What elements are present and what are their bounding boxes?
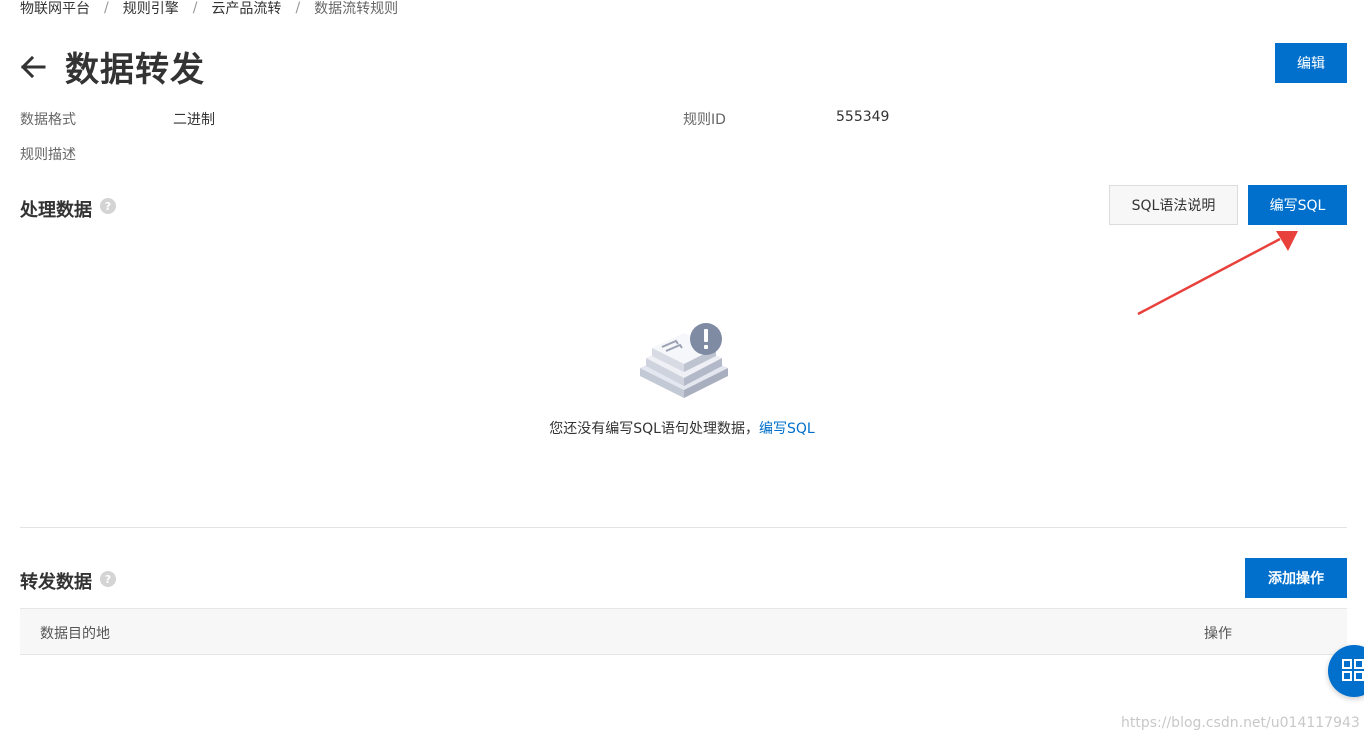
write-sql-link[interactable]: 编写SQL	[759, 421, 815, 437]
grid-icon	[1342, 659, 1364, 681]
edit-button[interactable]: 编辑	[1275, 43, 1347, 83]
page: 物联网平台 / 规则引擎 / 云产品流转 / 数据流转规则 数据转发 编辑 数据…	[0, 0, 1364, 743]
rule-id-value: 555349	[836, 109, 890, 125]
rule-desc-label: 规则描述	[20, 147, 76, 163]
watermark: https://blog.csdn.net/u014117943	[1121, 715, 1360, 731]
add-action-button[interactable]: 添加操作	[1245, 558, 1347, 598]
breadcrumb: 物联网平台 / 规则引擎 / 云产品流转 / 数据流转规则	[20, 0, 398, 18]
breadcrumb-item-iot-platform[interactable]: 物联网平台	[20, 0, 90, 18]
empty-state-icon	[640, 323, 728, 398]
process-data-title: 处理数据	[20, 200, 92, 221]
data-format-label: 数据格式	[20, 112, 76, 128]
back-arrow-icon[interactable]	[18, 52, 48, 82]
empty-state-text: 您还没有编写SQL语句处理数据，	[549, 421, 759, 437]
forward-table-header: 数据目的地 操作	[20, 608, 1347, 655]
forward-data-title: 转发数据	[20, 572, 92, 593]
breadcrumb-item-data-flow-rule: 数据流转规则	[314, 1, 399, 17]
breadcrumb-separator: /	[192, 0, 198, 16]
sql-syntax-help-button[interactable]: SQL语法说明	[1109, 185, 1238, 225]
column-header-actions: 操作	[1204, 626, 1232, 642]
breadcrumb-separator: /	[104, 0, 109, 16]
breadcrumb-item-cloud-product-flow[interactable]: 云产品流转	[211, 0, 281, 18]
help-icon[interactable]: ?	[100, 198, 116, 214]
rule-id-label: 规则ID	[683, 112, 726, 128]
breadcrumb-item-rule-engine[interactable]: 规则引擎	[123, 0, 179, 18]
column-header-destination: 数据目的地	[40, 626, 110, 642]
page-title: 数据转发	[65, 50, 205, 90]
section-divider	[20, 527, 1347, 528]
annotation-arrow-icon	[1137, 231, 1298, 316]
data-format-value: 二进制	[173, 112, 215, 128]
help-icon[interactable]: ?	[100, 571, 116, 587]
breadcrumb-separator: /	[295, 0, 301, 16]
write-sql-button[interactable]: 编写SQL	[1248, 185, 1347, 225]
empty-state-message: 您还没有编写SQL语句处理数据，编写SQL	[0, 418, 1364, 438]
